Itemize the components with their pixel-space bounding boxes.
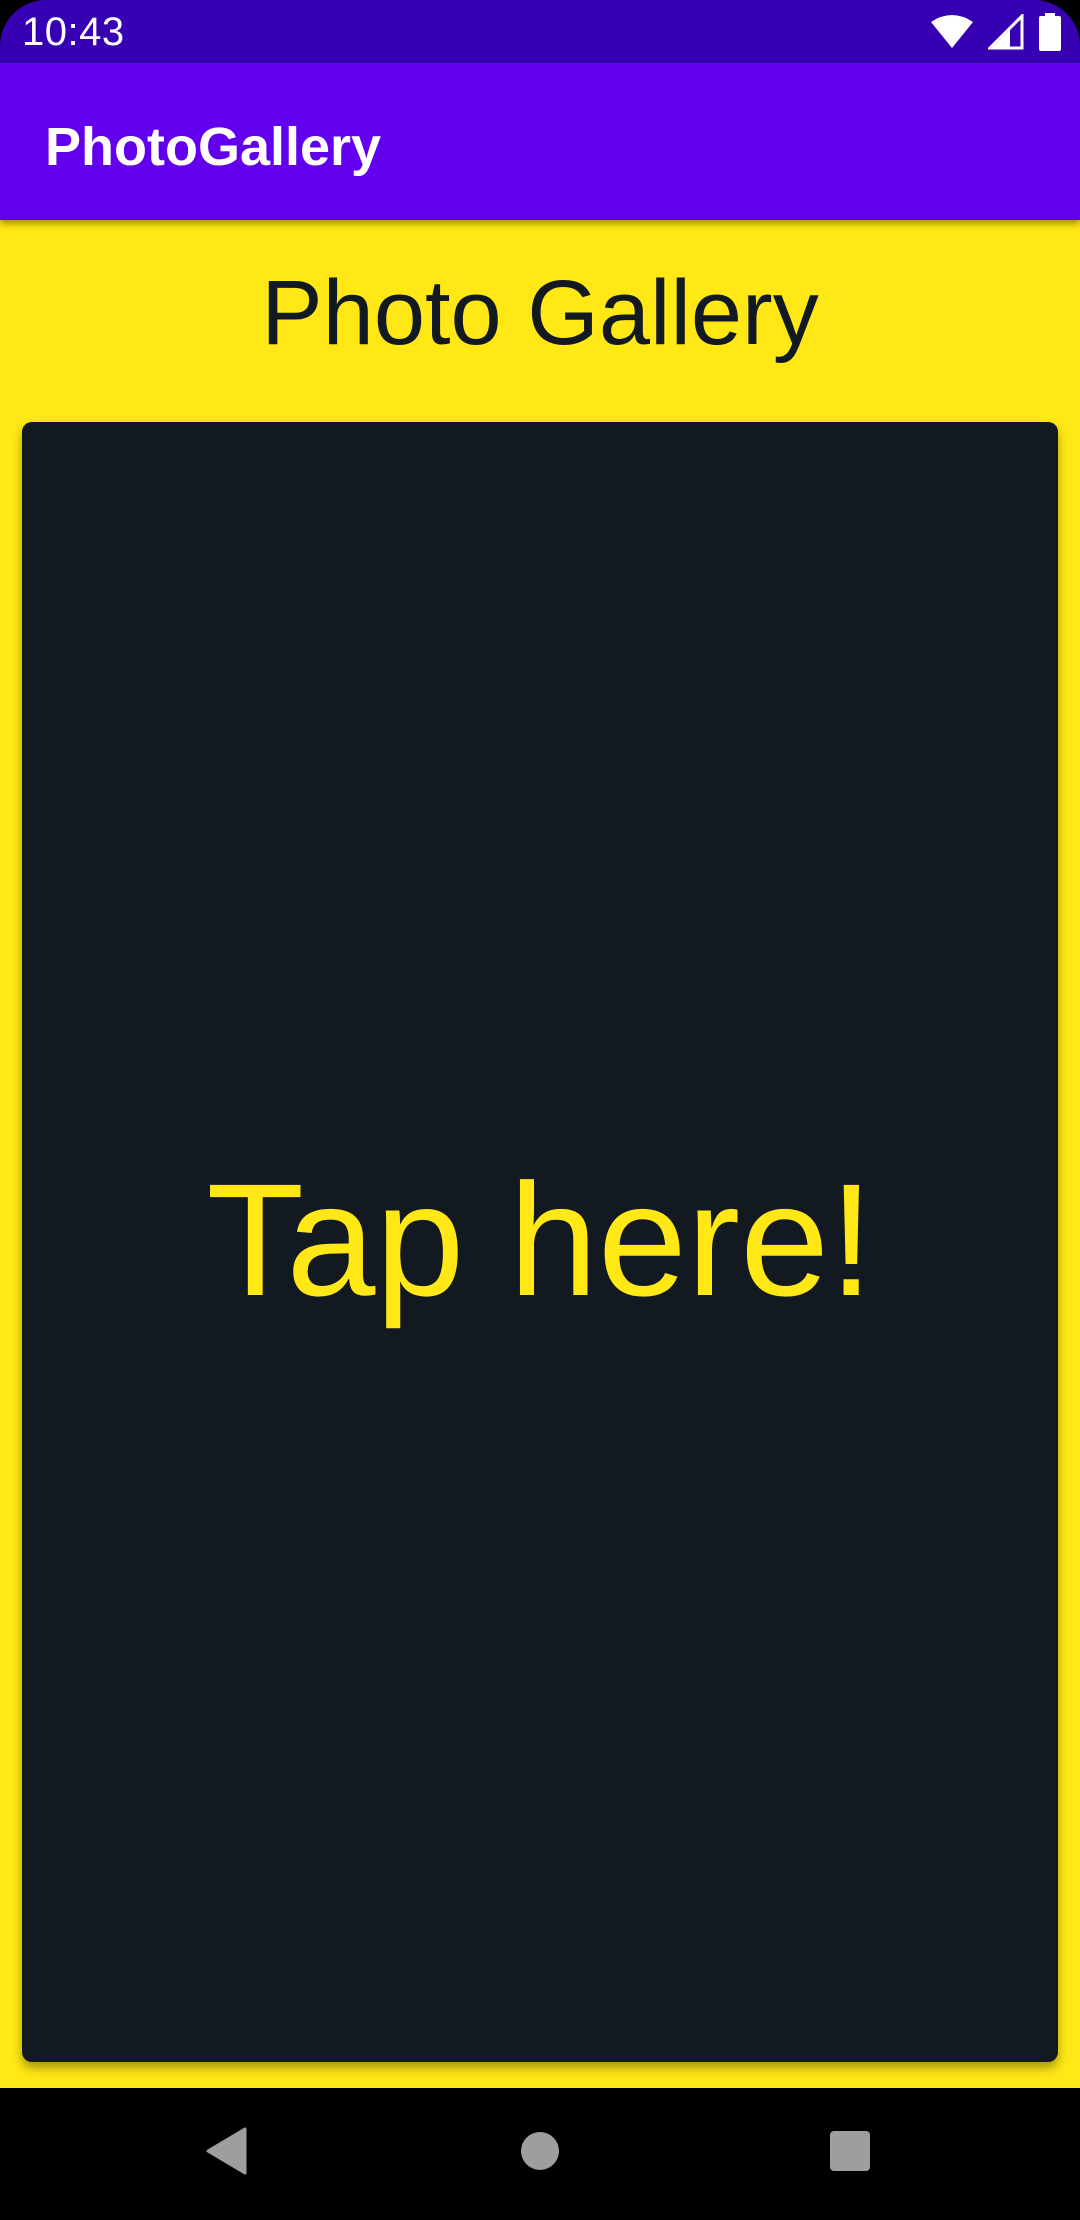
battery-icon (1038, 13, 1062, 51)
wifi-icon (930, 14, 974, 50)
back-button[interactable] (182, 2108, 272, 2198)
tap-here-card[interactable]: Tap here! (22, 422, 1058, 2062)
page-heading: Photo Gallery (261, 262, 819, 364)
home-button[interactable] (495, 2108, 585, 2198)
app-bar: PhotoGallery (0, 63, 1080, 220)
back-icon (205, 2127, 249, 2180)
status-time: 10:43 (22, 10, 125, 54)
status-icons (930, 12, 1062, 52)
recents-icon (829, 2130, 871, 2177)
phone-screen: 10:43 PhotoGallery Photo Gallery Tap her… (0, 0, 1080, 2220)
app-title: PhotoGallery (45, 117, 382, 177)
navigation-bar (0, 2088, 1080, 2220)
main-content: Photo Gallery Tap here! (0, 220, 1080, 2088)
tap-here-label: Tap here! (206, 1150, 874, 1329)
home-icon (519, 2130, 561, 2177)
cellular-signal-icon (988, 14, 1024, 50)
status-bar: 10:43 (0, 0, 1080, 63)
recents-button[interactable] (805, 2108, 895, 2198)
